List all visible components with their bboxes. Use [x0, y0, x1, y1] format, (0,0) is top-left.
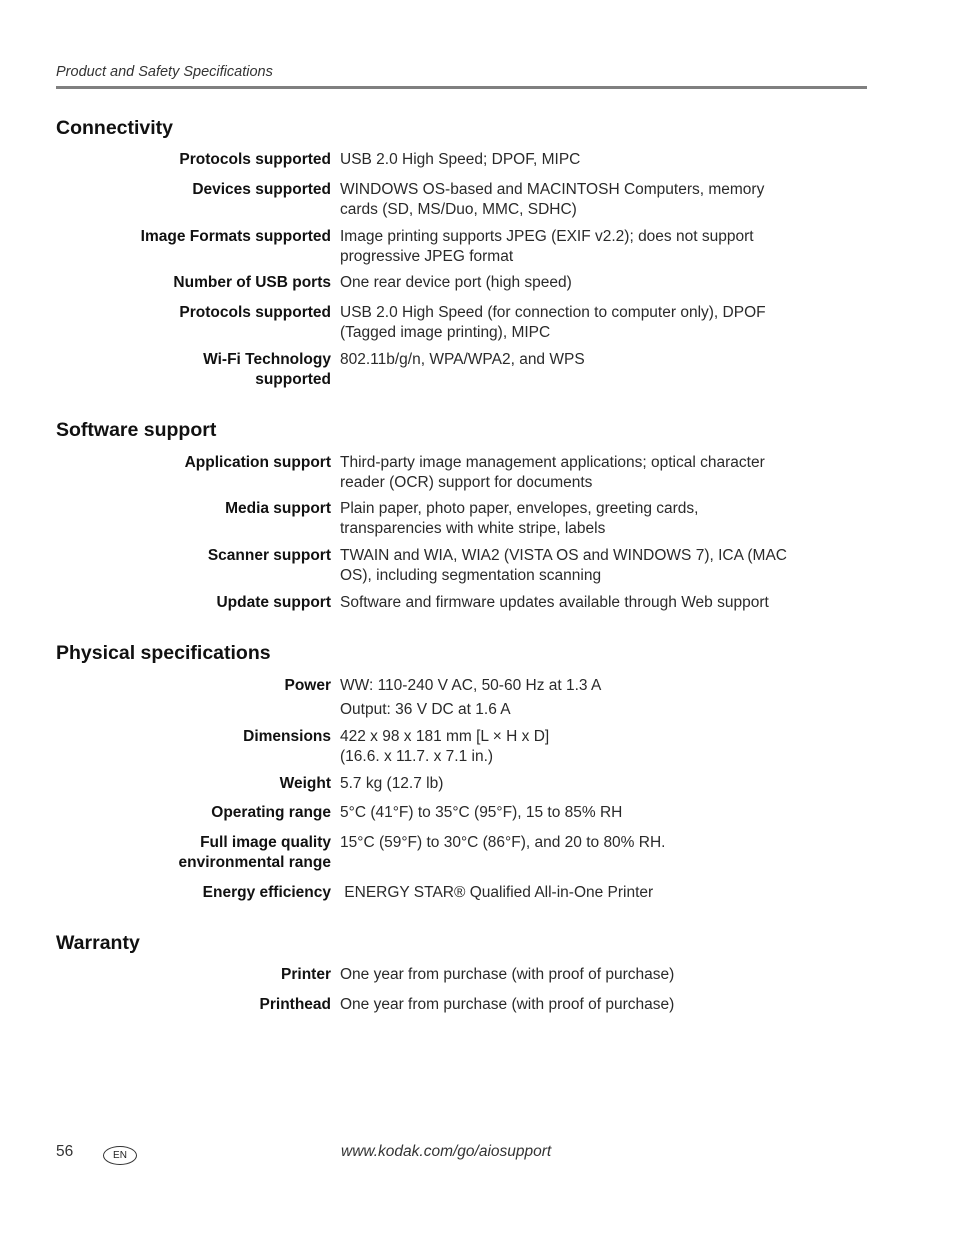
spec-label: Operating range	[211, 804, 331, 821]
spec-value-line: 15°C (59°F) to 30°C (86°F), and 20 to 80…	[340, 834, 666, 851]
spec-value: Software and firmware updates available …	[340, 593, 810, 613]
spec-row: Protocols supported USB 2.0 High Speed; …	[56, 150, 816, 170]
spec-row: Image Formats supported Image printing s…	[56, 227, 816, 267]
spec-value: 15°C (59°F) to 30°C (86°F), and 20 to 80…	[340, 833, 800, 873]
spec-row: Scanner support TWAIN and WIA, WIA2 (VIS…	[56, 546, 816, 586]
spec-row: Operating range 5°C (41°F) to 35°C (95°F…	[56, 803, 816, 823]
spec-row: Full image quality environmental range 1…	[56, 833, 816, 873]
spec-label: Application support	[184, 454, 331, 471]
spec-row: Devices supported WINDOWS OS-based and M…	[56, 180, 816, 220]
running-head: Product and Safety Specifications	[56, 64, 273, 80]
spec-value-line: Third-party image management application…	[340, 454, 765, 491]
section-title-software-support: Software support	[56, 419, 217, 441]
spec-value-line: 422 x 98 x 181 mm [L × H x D]	[340, 728, 550, 745]
spec-value-line: WW: 110-240 V AC, 50-60 Hz at 1.3 A	[340, 677, 602, 694]
spec-value-line: One rear device port (high speed)	[340, 274, 572, 291]
spec-row: Energy efficiency ENERGY STAR® Qualified…	[56, 883, 816, 903]
section-title-physical-specifications: Physical specifications	[56, 642, 271, 664]
spec-value: TWAIN and WIA, WIA2 (VISTA OS and WINDOW…	[340, 546, 800, 586]
spec-row: Number of USB ports One rear device port…	[56, 273, 816, 293]
spec-value-line: One year from purchase (with proof of pu…	[340, 966, 675, 983]
spec-value-line: 802.11b/g/n, WPA/WPA2, and WPS	[340, 351, 585, 368]
spec-value-line: Software and firmware updates available …	[340, 594, 769, 611]
page-number: 56	[56, 1143, 74, 1160]
spec-row: Printer One year from purchase (with pro…	[56, 965, 816, 985]
spec-value-line: USB 2.0 High Speed; DPOF, MIPC	[340, 151, 581, 168]
spec-value: One year from purchase (with proof of pu…	[340, 965, 800, 985]
spec-value: WW: 110-240 V AC, 50-60 Hz at 1.3 A Outp…	[340, 674, 800, 722]
spec-row: Printhead One year from purchase (with p…	[56, 995, 816, 1015]
spec-value-line: Image printing supports JPEG (EXIF v2.2)…	[340, 228, 754, 265]
section-title-connectivity: Connectivity	[56, 117, 174, 139]
spec-label: Printhead	[259, 996, 331, 1013]
spec-label: Full image quality environmental range	[178, 834, 331, 871]
spec-label: Update support	[216, 594, 331, 611]
spec-label: Image Formats supported	[140, 228, 331, 245]
spec-row: Protocols supported USB 2.0 High Speed (…	[56, 303, 816, 343]
spec-label: Printer	[281, 966, 331, 983]
spec-value: 5.7 kg (12.7 lb)	[340, 774, 800, 794]
spec-label: Weight	[279, 775, 331, 792]
spec-value: 802.11b/g/n, WPA/WPA2, and WPS	[340, 350, 800, 390]
spec-value-line: 5.7 kg (12.7 lb)	[340, 775, 444, 792]
spec-label: Number of USB ports	[173, 274, 331, 291]
spec-label: Devices supported	[192, 181, 331, 198]
section-title-warranty: Warranty	[56, 932, 140, 954]
spec-value-line: Plain paper, photo paper, envelopes, gre…	[340, 500, 699, 537]
spec-row: Application support Third-party image ma…	[56, 453, 816, 493]
spec-row: Update support Software and firmware upd…	[56, 593, 816, 613]
spec-value-line: ENERGY STAR® Qualified All-in-One Printe…	[340, 884, 654, 901]
spec-row: Power WW: 110-240 V AC, 50-60 Hz at 1.3 …	[56, 676, 816, 722]
spec-label: Wi-Fi Technology supported	[203, 351, 331, 388]
spec-row: Weight 5.7 kg (12.7 lb)	[56, 774, 816, 794]
spec-label: Energy efficiency	[202, 884, 331, 901]
spec-value: Third-party image management application…	[340, 453, 800, 493]
spec-value: USB 2.0 High Speed (for connection to co…	[340, 303, 800, 343]
spec-value: ENERGY STAR® Qualified All-in-One Printe…	[340, 883, 800, 903]
spec-value-line: USB 2.0 High Speed (for connection to co…	[340, 304, 766, 341]
spec-value: USB 2.0 High Speed; DPOF, MIPC	[340, 150, 800, 170]
spec-label: Media support	[225, 500, 331, 517]
spec-value: Image printing supports JPEG (EXIF v2.2)…	[340, 227, 800, 267]
spec-value-line: (16.6. x 11.7. x 7.1 in.)	[340, 748, 494, 765]
spec-row: Wi-Fi Technology supported 802.11b/g/n, …	[56, 350, 816, 390]
spec-value: One rear device port (high speed)	[340, 273, 800, 293]
support-url[interactable]: www.kodak.com/go/aiosupport	[341, 1143, 551, 1161]
spec-value-line: WINDOWS OS-based and MACINTOSH Computers…	[340, 181, 765, 218]
spec-value: One year from purchase (with proof of pu…	[340, 995, 800, 1015]
spec-value: Plain paper, photo paper, envelopes, gre…	[340, 499, 800, 539]
spec-value: 422 x 98 x 181 mm [L × H x D] (16.6. x 1…	[340, 727, 800, 767]
spec-label: Dimensions	[243, 728, 331, 745]
spec-value: 5°C (41°F) to 35°C (95°F), 15 to 85% RH	[340, 803, 800, 823]
header-rule	[56, 86, 867, 89]
spec-label: Protocols supported	[179, 304, 331, 321]
spec-value-line: TWAIN and WIA, WIA2 (VISTA OS and WINDOW…	[340, 547, 787, 584]
spec-value-line: One year from purchase (with proof of pu…	[340, 996, 675, 1013]
spec-value-line: Output: 36 V DC at 1.6 A	[340, 701, 511, 718]
spec-row: Media support Plain paper, photo paper, …	[56, 499, 816, 539]
spec-label: Protocols supported	[179, 151, 331, 168]
spec-label: Power	[284, 677, 331, 694]
spec-row: Dimensions 422 x 98 x 181 mm [L × H x D]…	[56, 727, 816, 767]
spec-value: WINDOWS OS-based and MACINTOSH Computers…	[340, 180, 800, 220]
language-badge: EN	[103, 1146, 137, 1165]
spec-value-line: 5°C (41°F) to 35°C (95°F), 15 to 85% RH	[340, 804, 623, 821]
spec-label: Scanner support	[207, 547, 331, 564]
